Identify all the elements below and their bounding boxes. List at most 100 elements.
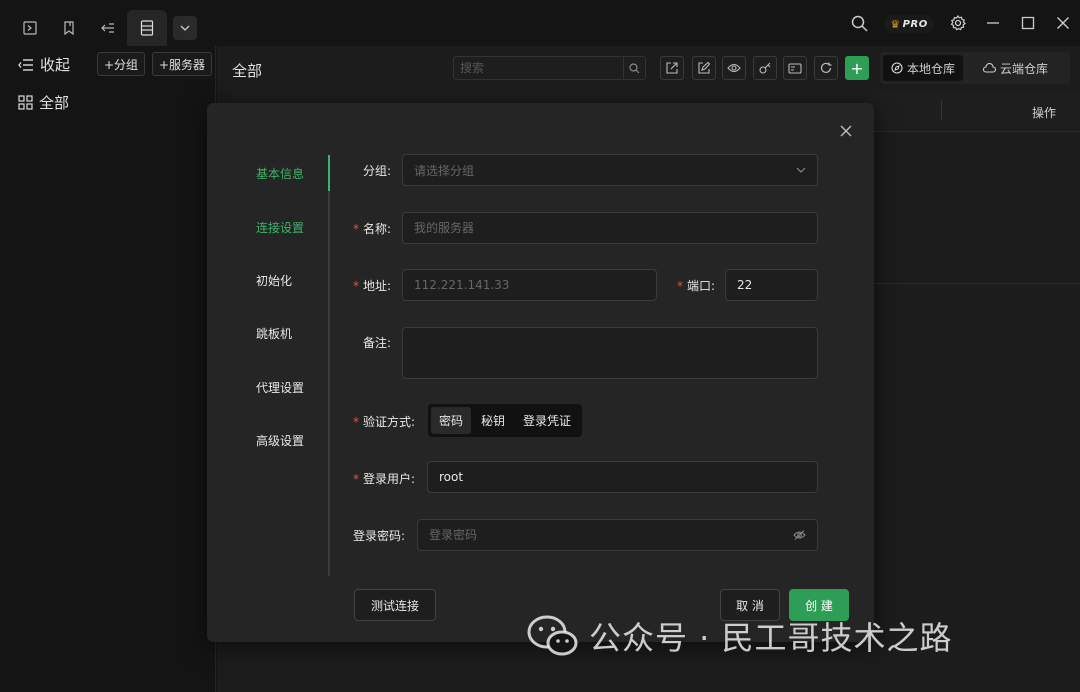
- export-icon: [666, 62, 678, 74]
- tab-local-repo[interactable]: 本地仓库: [883, 55, 964, 81]
- address-input[interactable]: [414, 278, 645, 292]
- pro-badge[interactable]: ♛ PRO: [884, 15, 934, 33]
- search-submit-button[interactable]: [623, 57, 645, 79]
- search-input[interactable]: [454, 57, 624, 79]
- step-advanced[interactable]: 高级设置: [256, 432, 304, 449]
- remark-label: 备注:: [363, 336, 392, 350]
- column-divider: [941, 100, 942, 120]
- search-icon: [851, 15, 868, 32]
- required-mark: *: [353, 472, 359, 486]
- address-field[interactable]: [402, 269, 657, 301]
- view-button[interactable]: [722, 56, 746, 80]
- maximize-button[interactable]: [1015, 10, 1041, 36]
- step-basic-info[interactable]: 基本信息: [256, 165, 304, 182]
- title-bar: ♛ PRO: [0, 0, 1080, 46]
- tab-cloud-repo[interactable]: 云端仓库: [975, 55, 1056, 81]
- sidebar-item-label: 全部: [39, 94, 70, 112]
- remark-textarea[interactable]: [414, 328, 806, 376]
- export-button[interactable]: [660, 56, 684, 80]
- global-search-button[interactable]: [846, 10, 872, 36]
- close-window-button[interactable]: [1050, 10, 1076, 36]
- settings-icon: [950, 15, 966, 31]
- terminal-icon: [23, 21, 37, 35]
- port-label: * 端口:: [677, 279, 716, 293]
- watermark: 公众号 · 民工哥技术之路: [527, 610, 953, 662]
- transfer-tab-button[interactable]: [88, 10, 128, 46]
- login-password-label: 登录密码:: [353, 529, 406, 543]
- login-password-input[interactable]: [429, 528, 793, 542]
- create-server-dialog: 基本信息 连接设置 初始化 跳板机 代理设置 高级设置 分组: 请选择分组 * 名…: [207, 103, 874, 642]
- minimize-icon: [987, 22, 999, 24]
- group-label: 分组:: [363, 164, 392, 178]
- collapse-label: 收起: [40, 56, 71, 74]
- auth-option-password[interactable]: 密码: [431, 407, 472, 434]
- test-connection-button[interactable]: 测试连接: [354, 589, 436, 621]
- add-server-button[interactable]: +: [845, 56, 869, 80]
- key-button[interactable]: [753, 56, 777, 80]
- remark-field[interactable]: [402, 327, 818, 379]
- group-select[interactable]: 请选择分组: [402, 154, 818, 186]
- minimize-button[interactable]: [980, 10, 1006, 36]
- login-user-field[interactable]: [427, 461, 818, 493]
- wechat-icon: [527, 615, 578, 656]
- step-connection[interactable]: 连接设置: [256, 219, 304, 236]
- login-user-label: * 登录用户:: [353, 472, 416, 486]
- login-user-input[interactable]: [439, 470, 806, 484]
- auth-option-credential[interactable]: 登录凭证: [515, 407, 579, 434]
- step-jump-host[interactable]: 跳板机: [256, 325, 292, 342]
- auth-method-label: * 验证方式:: [353, 415, 416, 429]
- login-password-field[interactable]: [417, 519, 818, 551]
- close-icon: [840, 125, 852, 137]
- edit-button[interactable]: [692, 56, 716, 80]
- credential-button[interactable]: [783, 56, 807, 80]
- server-list-tab-button[interactable]: [127, 10, 167, 46]
- cloud-icon: [983, 63, 996, 73]
- close-icon: [1057, 17, 1069, 29]
- page-title: 全部: [232, 62, 263, 80]
- dialog-close-button[interactable]: [836, 121, 856, 141]
- step-proxy[interactable]: 代理设置: [256, 379, 304, 396]
- server-list-icon: [140, 20, 154, 36]
- required-mark: *: [353, 222, 359, 236]
- tabs-dropdown-button[interactable]: [173, 16, 197, 40]
- name-field[interactable]: [402, 212, 818, 244]
- steps-progress-active: [328, 155, 330, 191]
- add-server-button[interactable]: +服务器: [152, 52, 213, 76]
- required-mark: *: [677, 279, 683, 293]
- column-header-actions: 操作: [1031, 106, 1056, 120]
- eye-off-icon[interactable]: [793, 530, 806, 540]
- name-label: * 名称:: [353, 222, 392, 236]
- crown-icon: ♛: [890, 17, 901, 31]
- chevron-down-icon: [180, 25, 190, 31]
- required-mark: *: [353, 415, 359, 429]
- sidebar: 收起 +分组 +服务器 全部: [0, 46, 216, 692]
- steps-progress-line: [328, 155, 330, 576]
- group-select-placeholder: 请选择分组: [414, 163, 475, 178]
- name-input[interactable]: [414, 221, 806, 235]
- port-field[interactable]: [725, 269, 818, 301]
- collapse-button[interactable]: 收起: [18, 54, 70, 75]
- settings-button[interactable]: [945, 10, 971, 36]
- step-init[interactable]: 初始化: [256, 272, 292, 289]
- collapse-icon: [18, 58, 33, 71]
- eye-icon: [727, 63, 741, 73]
- compass-icon: [891, 62, 903, 74]
- sidebar-item-all[interactable]: 全部: [18, 92, 69, 113]
- auth-method-selector: 密码 秘钥 登录凭证: [428, 404, 583, 437]
- bookmark-tab-button[interactable]: [49, 10, 89, 46]
- add-group-button[interactable]: +分组: [97, 52, 146, 76]
- auth-option-key[interactable]: 秘钥: [473, 407, 513, 434]
- refresh-button[interactable]: [814, 56, 838, 80]
- search-box[interactable]: [453, 56, 646, 80]
- watermark-text: 公众号 · 民工哥技术之路: [589, 619, 953, 657]
- chevron-down-icon: [796, 167, 806, 173]
- bookmark-icon: [64, 21, 74, 35]
- required-mark: *: [353, 279, 359, 293]
- tab-label: 云端仓库: [1000, 61, 1049, 76]
- terminal-tab-button[interactable]: [10, 10, 50, 46]
- maximize-icon: [1021, 16, 1035, 30]
- refresh-icon: [820, 62, 832, 73]
- pro-badge-label: PRO: [902, 18, 928, 30]
- address-label: * 地址:: [353, 279, 392, 293]
- port-input[interactable]: [737, 278, 806, 292]
